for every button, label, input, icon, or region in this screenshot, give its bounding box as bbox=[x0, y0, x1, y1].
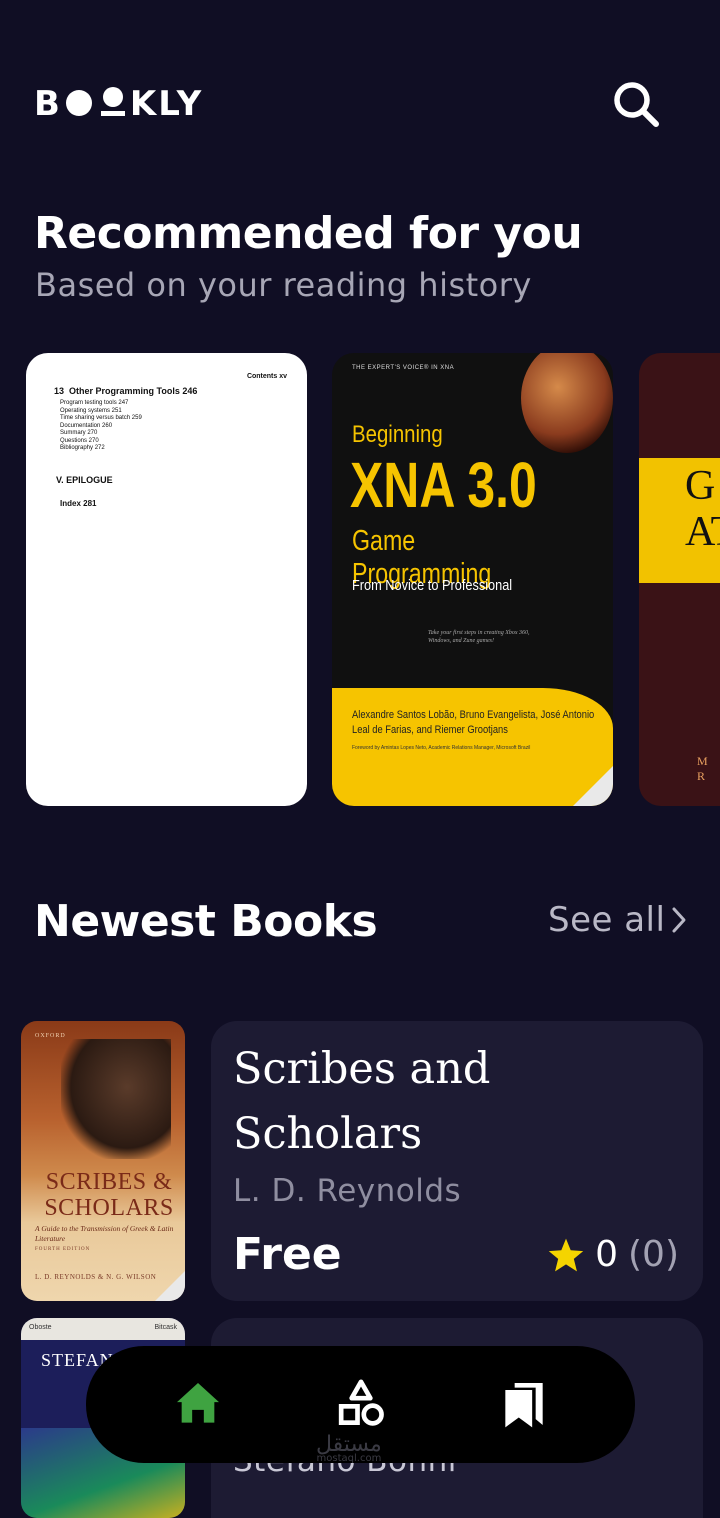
bookmarks-icon bbox=[505, 1383, 543, 1428]
rating-count: (0) bbox=[628, 1234, 679, 1275]
rating-value: 0 bbox=[595, 1234, 618, 1275]
recommended-book-3[interactable]: GAT M O R bbox=[639, 353, 720, 806]
cover-toc: Contents xv 13 Other Programming Tools 2… bbox=[54, 373, 287, 508]
nav-categories-button[interactable] bbox=[333, 1376, 389, 1432]
cover-big-text: GAT bbox=[685, 463, 720, 555]
app-logo: B KLY bbox=[34, 84, 203, 124]
toc-line: Bibliography 272 bbox=[60, 445, 105, 451]
recommended-title: Recommended for you bbox=[34, 208, 583, 259]
cover-top-right: Bitcask bbox=[154, 1324, 177, 1331]
book-card-scribes[interactable]: Scribes and Scholars L. D. Reynolds Free… bbox=[211, 1021, 703, 1301]
cover-edition: FOURTH EDITION bbox=[35, 1247, 91, 1252]
book-title: Scribes and Scholars bbox=[233, 1044, 491, 1159]
watermark-url: mostaql.com bbox=[316, 1453, 382, 1464]
search-icon bbox=[614, 82, 659, 127]
see-all-link[interactable]: See all bbox=[548, 900, 687, 940]
toc-chapter: 13 Other Programming Tools 246 bbox=[54, 386, 198, 396]
toc-line: Questions 270 bbox=[60, 437, 99, 444]
toc-line: Summary 270 bbox=[60, 430, 98, 436]
toc-line: Time sharing versus batch 259 bbox=[60, 415, 142, 421]
cover-top-strip: Oboste Bitcask bbox=[21, 1318, 185, 1340]
chevron-right-icon bbox=[672, 907, 686, 933]
page-curl bbox=[573, 766, 613, 806]
book-author: L. D. Reynolds bbox=[233, 1173, 462, 1209]
search-button[interactable] bbox=[610, 78, 662, 130]
nav-home-button[interactable] bbox=[170, 1376, 226, 1432]
cover-subtitle: A Guide to the Transmission of Greek & L… bbox=[35, 1224, 174, 1243]
cover-title-line2: XNA 3.0 bbox=[350, 449, 537, 521]
star-icon bbox=[548, 1238, 584, 1271]
cover-planet-image bbox=[521, 353, 613, 453]
toc-line: Program testing tools 247 bbox=[60, 400, 129, 406]
cover-title: SCRIBES & SCHOLARS bbox=[44, 1169, 174, 1221]
cover-title-line1: Beginning bbox=[352, 421, 443, 448]
cover-top-left: Oboste bbox=[29, 1324, 52, 1331]
cover-foreword: Foreword by Amintas Lopes Neto, Academic… bbox=[352, 745, 531, 751]
recommended-subtitle: Based on your reading history bbox=[35, 266, 532, 304]
home-icon bbox=[177, 1383, 219, 1423]
page-curl bbox=[155, 1271, 185, 1301]
recommended-book-1[interactable]: Contents xv 13 Other Programming Tools 2… bbox=[26, 353, 307, 806]
toc-line: Documentation 260 bbox=[60, 422, 113, 429]
book-cover-scribes[interactable]: OXFORD SCRIBES & SCHOLARS A Guide to the… bbox=[21, 1021, 185, 1301]
see-all-label: See all bbox=[548, 900, 666, 940]
toc-line: Operating systems 251 bbox=[60, 407, 122, 414]
app-logo-text: B KLY bbox=[34, 84, 204, 124]
toc-part: V. EPILOGUE bbox=[56, 474, 113, 485]
recommended-book-2[interactable]: THE EXPERT'S VOICE® IN XNA Beginning XNA… bbox=[332, 353, 613, 806]
cover-publisher: OXFORD bbox=[35, 1033, 66, 1039]
book-price: Free bbox=[233, 1229, 342, 1280]
cover-series: THE EXPERT'S VOICE® IN XNA bbox=[352, 365, 455, 371]
watermark: مستقل mostaql.com bbox=[316, 1432, 382, 1464]
nav-saved-button[interactable] bbox=[496, 1376, 552, 1432]
cover-subtitle: From Novice to Professional bbox=[352, 577, 513, 594]
toc-index: Index 281 bbox=[60, 498, 97, 508]
newest-title: Newest Books bbox=[34, 896, 378, 947]
cover-authors: Alexandre Santos Lobão, Bruno Evangelist… bbox=[352, 709, 595, 736]
shapes-icon bbox=[338, 1379, 384, 1426]
cover-footer: M O R bbox=[697, 754, 720, 783]
toc-header: Contents xv bbox=[246, 373, 287, 380]
book-rating: 0 (0) bbox=[547, 1234, 679, 1275]
cover-tagline: Take your first steps in creating Xbox 3… bbox=[428, 630, 530, 644]
cover-authors: L. D. REYNOLDS & N. G. WILSON bbox=[35, 1273, 157, 1281]
cover-illustration bbox=[61, 1039, 171, 1159]
